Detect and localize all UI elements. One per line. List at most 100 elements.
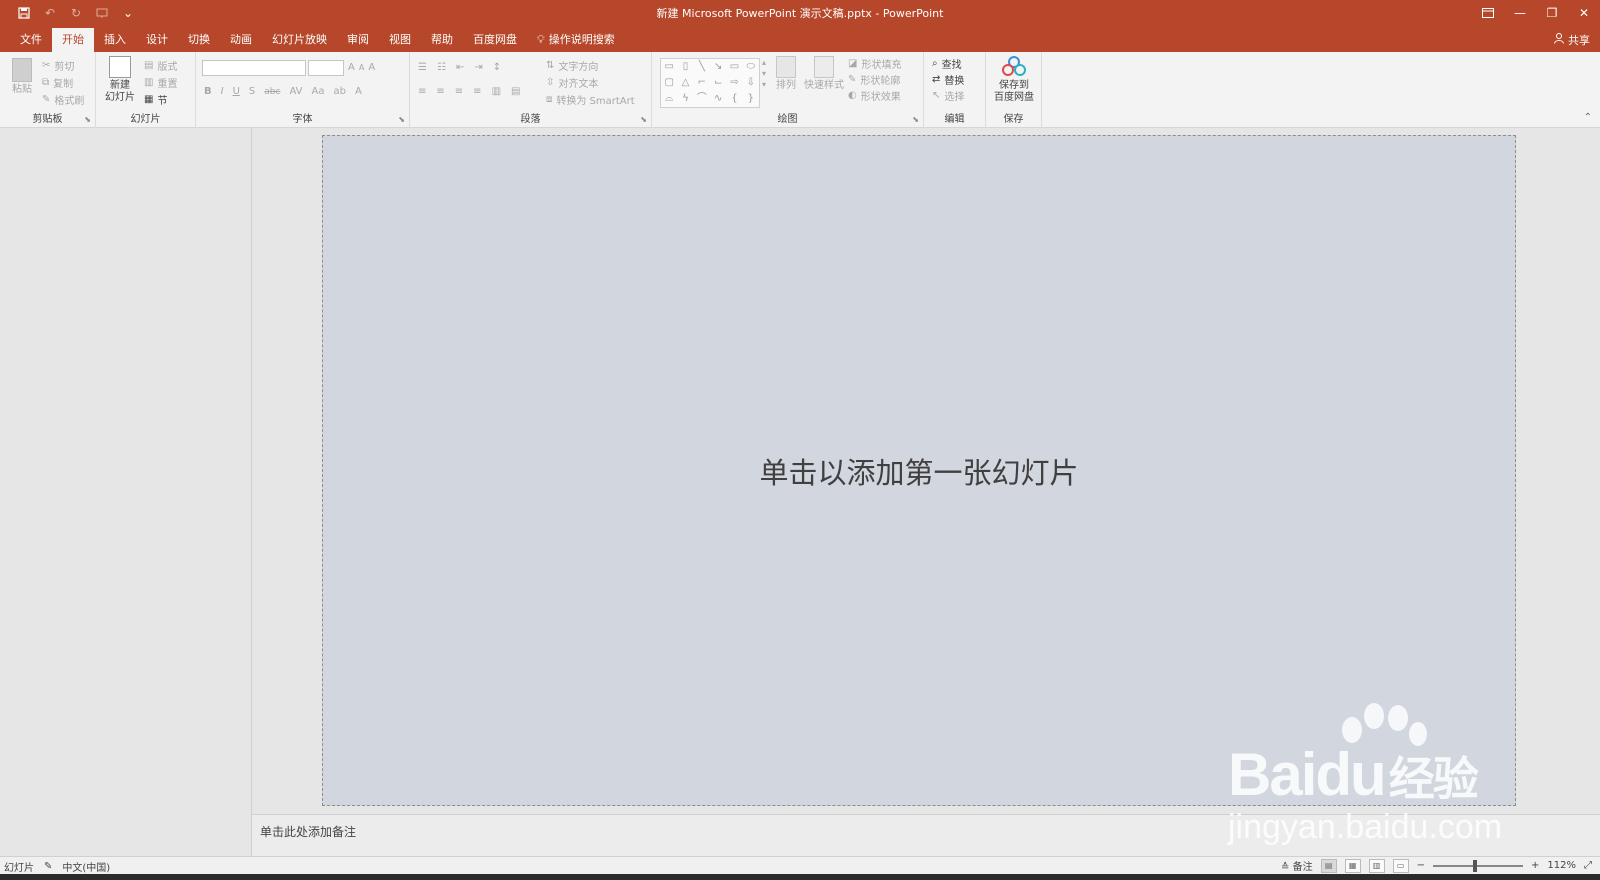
strikethrough-button[interactable]: abc — [264, 87, 280, 97]
fit-to-window-icon[interactable]: ⤢ — [1584, 860, 1592, 871]
slide-sorter-view-icon[interactable]: ▦ — [1344, 858, 1361, 873]
tab-help[interactable]: 帮助 — [421, 28, 463, 52]
flowchart-shape-icon[interactable]: ⌓ — [661, 91, 677, 107]
gallery-more-icon[interactable]: ▾ — [762, 80, 766, 89]
paste-button[interactable]: 粘贴 — [6, 58, 38, 96]
decrease-indent-icon[interactable]: ⇤ — [456, 62, 464, 73]
replace-button[interactable]: ⇄ 替换 — [932, 72, 964, 87]
highlight-icon[interactable]: ab — [333, 86, 345, 97]
tab-insert[interactable]: 插入 — [94, 28, 136, 52]
align-center-icon[interactable]: ≡ — [436, 86, 444, 97]
font-size-combo[interactable] — [308, 60, 344, 76]
minimize-icon[interactable]: — — [1504, 0, 1536, 26]
tab-baidu-netdisk[interactable]: 百度网盘 — [463, 28, 527, 52]
format-painter-button[interactable]: ✎ 格式刷 — [42, 92, 84, 107]
right-brace-shape-icon[interactable]: } — [743, 91, 759, 107]
gallery-down-icon[interactable]: ▾ — [762, 69, 766, 78]
notes-pane[interactable]: 单击此处添加备注 — [252, 814, 1600, 862]
cut-button[interactable]: ✂ 剪切 — [42, 58, 74, 73]
add-first-slide-placeholder[interactable]: 单击以添加第一张幻灯片 — [759, 450, 1078, 492]
slideshow-view-icon[interactable]: ▭ — [1392, 858, 1409, 873]
dialog-launcher-icon[interactable]: ⬊ — [84, 115, 91, 124]
shape-fill-button[interactable]: ◪ 形状填充 — [848, 56, 901, 71]
clear-format-icon[interactable]: A — [368, 62, 375, 73]
grow-font-icon[interactable]: A — [348, 62, 355, 73]
down-arrow-shape-icon[interactable]: ⇩ — [743, 75, 759, 91]
paragraph-dialog-launcher-icon[interactable]: ⬊ — [640, 115, 647, 124]
zoom-in-icon[interactable]: + — [1531, 860, 1539, 871]
new-slide-button[interactable]: 新建 幻灯片 — [100, 56, 140, 104]
font-name-combo[interactable] — [202, 60, 306, 76]
char-spacing-button[interactable]: AV — [289, 86, 302, 97]
line-shape-icon[interactable]: ╲ — [694, 59, 710, 75]
gallery-up-icon[interactable]: ▴ — [762, 58, 766, 67]
shrink-font-icon[interactable]: A — [359, 63, 364, 72]
slide-thumbnail-pane[interactable] — [0, 128, 252, 862]
rectangle-shape-icon[interactable]: ▭ — [726, 59, 742, 75]
notes-placeholder[interactable]: 单击此处添加备注 — [260, 823, 356, 840]
zoom-slider-thumb[interactable] — [1473, 859, 1478, 872]
tab-view[interactable]: 视图 — [379, 28, 421, 52]
tell-me-search[interactable]: 💡︎ 操作说明搜索 — [527, 28, 625, 52]
zoom-slider[interactable] — [1433, 859, 1524, 872]
right-arrow-shape-icon[interactable]: ⇨ — [726, 75, 742, 91]
collapse-ribbon-icon[interactable]: ⌃ — [1584, 112, 1592, 123]
shape-effects-button[interactable]: ◐ 形状效果 — [848, 88, 901, 103]
elbow-arrow-shape-icon[interactable]: ⌙ — [710, 75, 726, 91]
text-direction-button[interactable]: ⇅ 文字方向 — [546, 58, 598, 73]
font-color-button[interactable]: A — [355, 86, 362, 97]
ribbon-display-options-icon[interactable] — [1472, 0, 1504, 26]
notes-toggle[interactable]: ≙ 备注 — [1281, 858, 1313, 873]
align-right-icon[interactable]: ≡ — [455, 86, 463, 97]
section-button[interactable]: ▦ 节 — [144, 92, 167, 107]
customize-qat-icon[interactable]: ⌄ — [118, 4, 138, 22]
textbox-shape-icon[interactable]: ▭ — [661, 59, 677, 75]
drawing-dialog-launcher-icon[interactable]: ⬊ — [912, 115, 919, 124]
save-icon[interactable] — [14, 4, 34, 22]
shadow-button[interactable]: S — [249, 86, 255, 97]
tab-home[interactable]: 开始 — [52, 28, 94, 52]
copy-button[interactable]: ⧉ 复制 — [42, 75, 73, 90]
zoom-out-icon[interactable]: − — [1417, 860, 1425, 871]
curve-shape-icon[interactable]: ∿ — [710, 91, 726, 107]
bold-button[interactable]: B — [204, 86, 212, 97]
undo-icon[interactable]: ↶ — [40, 4, 60, 22]
arc-shape-icon[interactable]: ⌒ — [694, 91, 710, 107]
elbow-connector-shape-icon[interactable]: ⌐ — [694, 75, 710, 91]
find-button[interactable]: ⌕ 查找 — [932, 56, 962, 71]
rounded-rect-shape-icon[interactable]: ▢ — [661, 75, 677, 91]
shape-outline-button[interactable]: ✎ 形状轮廓 — [848, 72, 900, 87]
tab-animations[interactable]: 动画 — [220, 28, 262, 52]
reading-view-icon[interactable]: ▥ — [1368, 858, 1385, 873]
share-button[interactable]: 共享 — [1554, 32, 1590, 48]
convert-smartart-button[interactable]: ⧈ 转换为 SmartArt — [546, 92, 635, 107]
align-text-button[interactable]: ⇳ 对齐文本 — [546, 75, 598, 90]
save-to-baidu-button[interactable]: 保存到 百度网盘 — [990, 56, 1038, 104]
triangle-shape-icon[interactable]: △ — [677, 75, 693, 91]
language-indicator[interactable]: 中文(中国) — [62, 859, 110, 874]
spellcheck-icon[interactable]: ✎ — [44, 861, 52, 872]
vertical-textbox-shape-icon[interactable]: ▯ — [677, 59, 693, 75]
arrow-line-shape-icon[interactable]: ↘ — [710, 59, 726, 75]
numbering-icon[interactable]: ☷ — [437, 62, 446, 73]
zoom-level[interactable]: 112% — [1547, 860, 1576, 871]
font-dialog-launcher-icon[interactable]: ⬊ — [398, 115, 405, 124]
italic-button[interactable]: I — [221, 86, 224, 97]
bullets-icon[interactable]: ☰ — [418, 62, 427, 73]
slide-canvas[interactable]: 单击以添加第一张幻灯片 — [322, 135, 1516, 806]
tab-file[interactable]: 文件 — [10, 28, 52, 52]
justify-icon[interactable]: ≡ — [473, 86, 481, 97]
oval-shape-icon[interactable]: ⬭ — [743, 59, 759, 75]
tab-transitions[interactable]: 切换 — [178, 28, 220, 52]
select-button[interactable]: ↖ 选择 — [932, 88, 964, 103]
normal-view-icon[interactable]: ▤ — [1320, 858, 1337, 873]
arrange-button[interactable]: 排列 — [770, 56, 802, 92]
lightning-shape-icon[interactable]: ϟ — [677, 91, 693, 107]
layout-button[interactable]: ▤ 版式 — [144, 58, 177, 73]
shapes-gallery[interactable]: ▭ ▯ ╲ ↘ ▭ ⬭ ▢ △ ⌐ ⌙ ⇨ ⇩ ⌓ ϟ ⌒ ∿ { } — [660, 58, 760, 108]
restore-icon[interactable]: ❐ — [1536, 0, 1568, 26]
left-brace-shape-icon[interactable]: { — [726, 91, 742, 107]
columns-icon[interactable]: ▥ — [492, 86, 501, 97]
change-case-button[interactable]: Aa — [312, 86, 325, 97]
quick-styles-button[interactable]: 快速样式 — [804, 56, 844, 92]
